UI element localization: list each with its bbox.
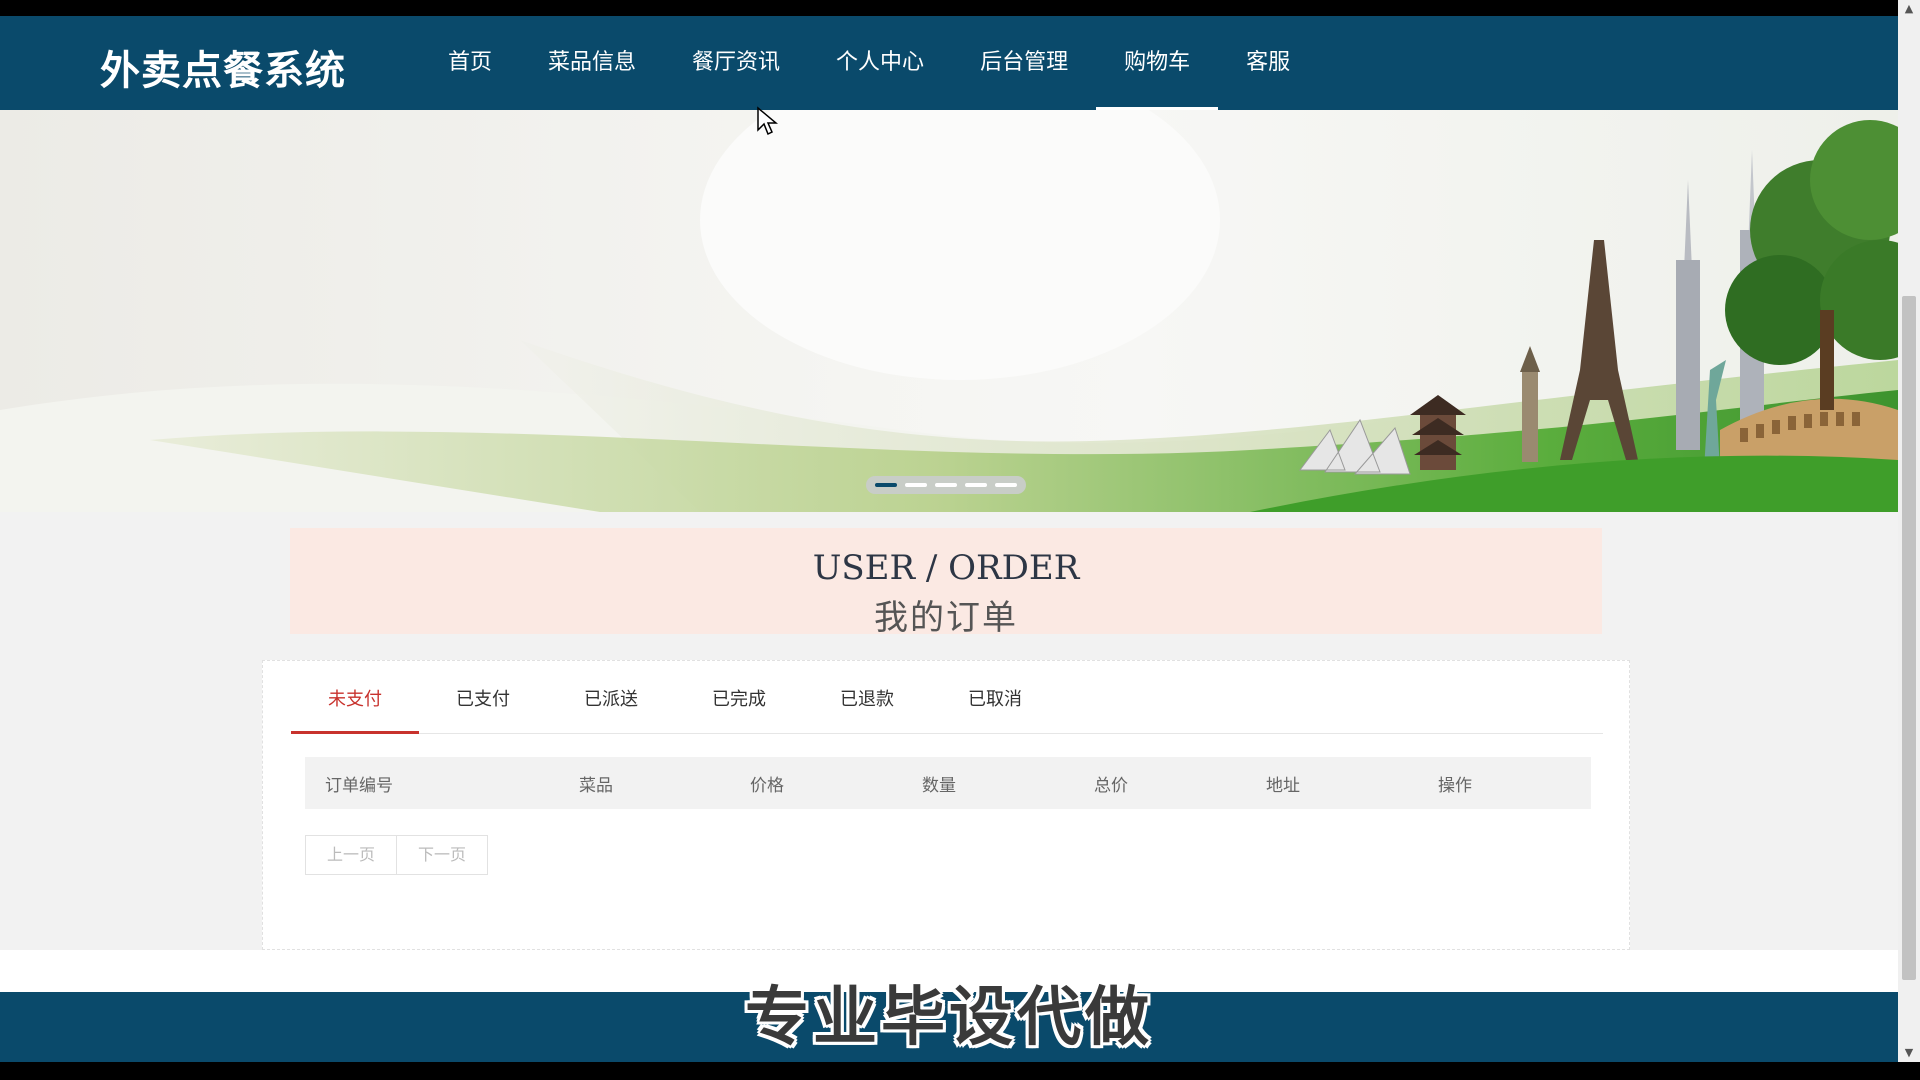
top-navbar: 外卖点餐系统 首页 菜品信息 餐厅资讯 个人中心 后台管理 购物车 客服	[0, 16, 1898, 110]
tab-paid[interactable]: 已支付	[419, 677, 547, 733]
main-nav: 首页 菜品信息 餐厅资讯 个人中心 后台管理 购物车 客服	[420, 16, 1318, 110]
orders-panel: 未支付 已支付 已派送 已完成 已退款 已取消 订单编号 菜品 价格 数量 总价…	[262, 660, 1630, 950]
carousel-dot-5[interactable]	[995, 483, 1017, 487]
carousel-dot-3[interactable]	[935, 483, 957, 487]
column-header-address: 地址	[1266, 775, 1300, 796]
prev-page-button[interactable]: 上一页	[305, 835, 397, 875]
tab-unpaid[interactable]: 未支付	[291, 677, 419, 734]
pagination: 上一页 下一页	[305, 835, 488, 875]
nav-item-dishes[interactable]: 菜品信息	[520, 16, 664, 110]
nav-item-cart[interactable]: 购物车	[1096, 16, 1219, 110]
banner-landmarks-image	[0, 110, 1898, 512]
nav-item-home[interactable]: 首页	[420, 16, 520, 110]
nav-item-customer-service[interactable]: 客服	[1218, 16, 1318, 110]
site-logo-title[interactable]: 外卖点餐系统	[100, 38, 346, 96]
carousel-dot-1[interactable]	[875, 483, 897, 487]
order-status-tabs: 未支付 已支付 已派送 已完成 已退款 已取消	[291, 677, 1603, 734]
column-header-order-number: 订单编号	[325, 775, 393, 796]
tab-cancelled[interactable]: 已取消	[931, 677, 1059, 733]
column-header-total: 总价	[1094, 775, 1128, 796]
scroll-down-arrow-icon[interactable]: ▼	[1898, 1044, 1920, 1062]
page-title-english: USER / ORDER	[812, 548, 1080, 588]
nav-item-personal-center[interactable]: 个人中心	[808, 16, 952, 110]
mouse-cursor-icon	[757, 106, 778, 136]
banner-carousel[interactable]	[0, 110, 1898, 512]
carousel-dot-2[interactable]	[905, 483, 927, 487]
carousel-dot-4[interactable]	[965, 483, 987, 487]
page-title-box: USER / ORDER 我的订单	[290, 528, 1602, 638]
video-watermark-caption: 专业毕设代做	[745, 981, 1153, 1055]
orders-table-header: 订单编号 菜品 价格 数量 总价 地址 操作	[305, 757, 1591, 809]
next-page-button[interactable]: 下一页	[397, 835, 488, 875]
column-header-dish: 菜品	[579, 775, 613, 796]
column-header-price: 价格	[750, 775, 784, 796]
browser-viewport: 外卖点餐系统 首页 菜品信息 餐厅资讯 个人中心 后台管理 购物车 客服 USE…	[0, 16, 1898, 1062]
tab-completed[interactable]: 已完成	[675, 677, 803, 733]
carousel-indicators	[866, 476, 1026, 494]
nav-item-admin[interactable]: 后台管理	[952, 16, 1096, 110]
column-header-quantity: 数量	[922, 775, 956, 796]
nav-item-news[interactable]: 餐厅资讯	[664, 16, 808, 110]
vertical-scrollbar[interactable]: ▲ ▼	[1898, 0, 1920, 1062]
page-title-chinese: 我的订单	[874, 598, 1018, 638]
column-header-actions: 操作	[1438, 775, 1472, 796]
tab-refunded[interactable]: 已退款	[803, 677, 931, 733]
scrollbar-thumb[interactable]	[1902, 296, 1916, 980]
tab-delivered[interactable]: 已派送	[547, 677, 675, 733]
scroll-up-arrow-icon[interactable]: ▲	[1898, 0, 1920, 18]
